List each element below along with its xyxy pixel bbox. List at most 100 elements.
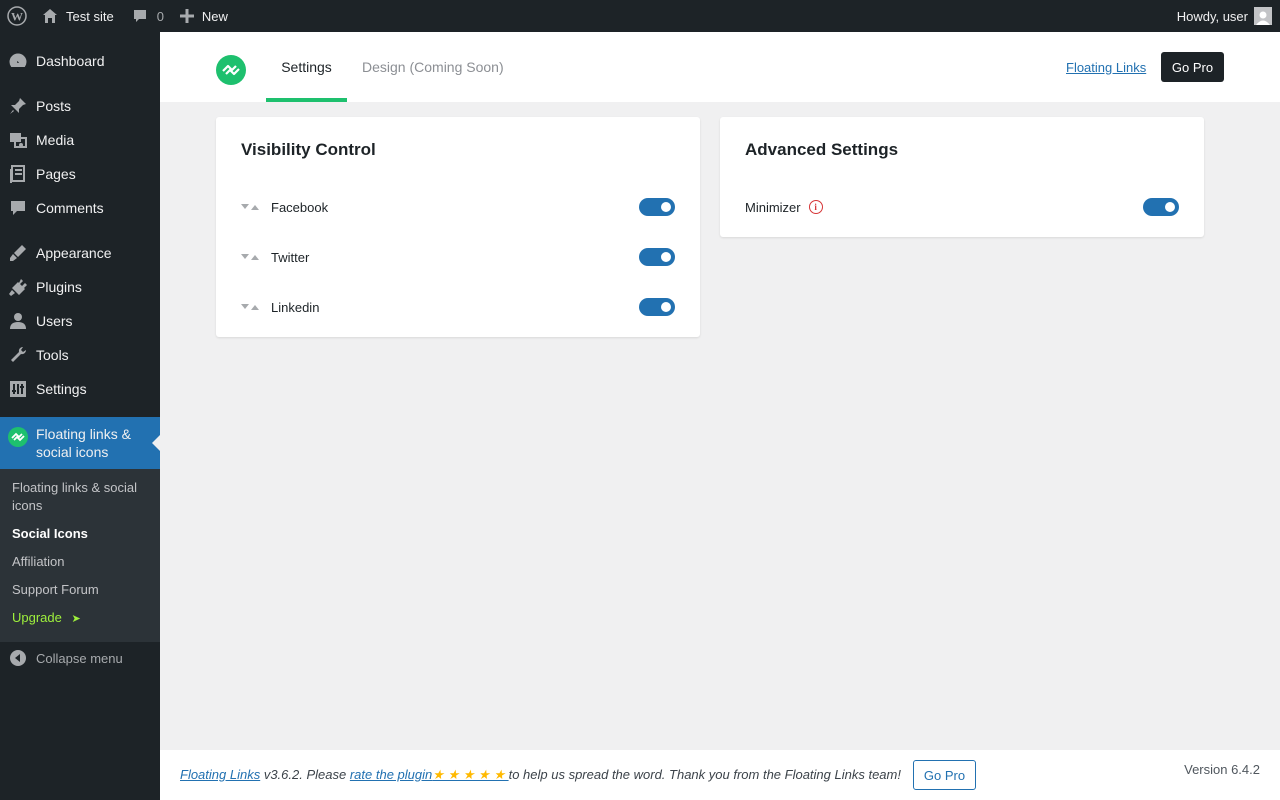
submenu-item-support-forum[interactable]: Support Forum <box>12 581 152 599</box>
settings-icon <box>0 379 36 399</box>
sidebar-item-settings[interactable]: Settings <box>0 372 160 406</box>
sidebar-item-posts[interactable]: Posts <box>0 89 160 123</box>
card-title: Visibility Control <box>241 140 376 159</box>
tab-label: Settings <box>281 59 332 75</box>
sidebar-item-appearance[interactable]: Appearance <box>0 236 160 270</box>
sidebar-item-floating-links[interactable]: Floating links & social icons <box>0 417 160 469</box>
footer-go-pro-button[interactable]: Go Pro <box>913 760 976 790</box>
rating-stars-icon: ★ ★ ★ ★ ★ <box>432 767 509 782</box>
svg-text:W: W <box>11 10 23 24</box>
sidebar-item-label: Users <box>36 313 73 329</box>
current-menu-arrow <box>152 435 160 451</box>
brush-icon <box>0 243 36 263</box>
social-row-linkedin: Linkedin <box>241 295 675 319</box>
collapse-menu-button[interactable]: Collapse menu <box>0 646 160 670</box>
tab-settings[interactable]: Settings <box>266 32 347 102</box>
sidebar-item-users[interactable]: Users <box>0 304 160 338</box>
new-content-link[interactable]: New <box>172 0 236 32</box>
site-name: Test site <box>66 8 114 24</box>
social-row-twitter: Twitter <box>241 245 675 269</box>
upgrade-label: Upgrade <box>12 610 62 625</box>
user-icon <box>0 311 36 331</box>
avatar <box>1254 7 1272 25</box>
sidebar-item-comments[interactable]: Comments <box>0 191 160 225</box>
sidebar-item-label: Comments <box>36 200 104 216</box>
setting-label: Minimizer <box>745 199 801 215</box>
setting-row-minimizer: Minimizer i <box>745 195 1179 219</box>
tab-label: Design (Coming Soon) <box>362 59 504 75</box>
home-icon <box>43 9 57 23</box>
footer-version-text: v3.6.2. Please <box>260 767 350 782</box>
media-icon <box>0 130 36 150</box>
plugin-logo-icon <box>216 55 246 85</box>
sidebar-item-pages[interactable]: Pages <box>0 157 160 191</box>
sidebar-item-dashboard[interactable]: Dashboard <box>0 44 160 78</box>
social-label: Linkedin <box>271 299 320 315</box>
plug-icon <box>0 277 36 297</box>
comment-bubble-icon <box>133 10 146 22</box>
sidebar-item-label: Posts <box>36 98 72 114</box>
footer-thanks-text: to help us spread the word. Thank you fr… <box>508 767 901 782</box>
visibility-control-card: Visibility Control Facebook Twitter Link… <box>216 117 700 337</box>
admin-footer: Floating Links v3.6.2. Please rate the p… <box>160 750 1280 800</box>
account-menu[interactable]: Howdy, user <box>1177 0 1272 32</box>
footer-floating-links-link[interactable]: Floating Links <box>180 767 260 782</box>
card-title: Advanced Settings <box>745 140 899 159</box>
sidebar-item-label: Pages <box>36 166 76 182</box>
active-tab-indicator <box>266 98 347 102</box>
collapse-icon <box>0 649 36 667</box>
sidebar-item-label: Dashboard <box>36 53 105 69</box>
comment-icon <box>0 198 36 218</box>
admin-sidebar: Dashboard Posts Media Pages Comments App… <box>0 32 160 800</box>
submenu-item-floating-links[interactable]: Floating links & social icons <box>12 479 152 515</box>
rate-link-label: rate the plugin <box>349 767 433 782</box>
submenu-item-affiliation[interactable]: Affiliation <box>12 553 152 571</box>
floating-links-icon <box>0 425 36 447</box>
wordpress-logo-icon[interactable]: W <box>0 0 34 32</box>
sort-handle-icon[interactable] <box>241 203 271 211</box>
social-row-facebook: Facebook <box>241 195 675 219</box>
sidebar-item-label: Media <box>36 132 75 148</box>
twitter-toggle[interactable] <box>639 248 675 266</box>
sidebar-item-label: Floating links & social icons <box>36 426 131 460</box>
sidebar-item-tools[interactable]: Tools <box>0 338 160 372</box>
pin-icon <box>0 96 36 116</box>
rate-plugin-link[interactable]: rate the plugin★ ★ ★ ★ ★ <box>350 767 509 782</box>
wrench-icon <box>0 345 36 365</box>
comments-link[interactable]: 0 <box>124 0 172 32</box>
facebook-toggle[interactable] <box>639 198 675 216</box>
go-pro-button[interactable]: Go Pro <box>1161 52 1224 82</box>
linkedin-toggle[interactable] <box>639 298 675 316</box>
advanced-settings-card: Advanced Settings Minimizer i <box>720 117 1204 237</box>
upgrade-arrow-icon: ➤ <box>71 613 81 625</box>
sidebar-item-plugins[interactable]: Plugins <box>0 270 160 304</box>
social-label: Twitter <box>271 249 310 265</box>
sidebar-item-media[interactable]: Media <box>0 123 160 157</box>
dashboard-icon <box>0 51 36 71</box>
tab-design[interactable]: Design (Coming Soon) <box>362 32 504 102</box>
floating-links-link[interactable]: Floating Links <box>1066 60 1146 75</box>
howdy-text: Howdy, user <box>1176 8 1248 24</box>
footer-text: Floating Links v3.6.2. Please rate the p… <box>180 767 901 783</box>
collapse-label: Collapse menu <box>36 650 123 666</box>
admin-bar: W Test site 0 New Howdy, user <box>0 0 1280 32</box>
submenu: Floating links & social icons Social Ico… <box>0 469 160 642</box>
sidebar-item-label: Tools <box>36 347 69 363</box>
sort-handle-icon[interactable] <box>241 303 271 311</box>
new-label: New <box>201 8 228 24</box>
social-label: Facebook <box>271 199 329 215</box>
site-name-link[interactable]: Test site <box>34 0 124 32</box>
minimizer-toggle[interactable] <box>1143 198 1179 216</box>
plugin-header: Settings Design (Coming Soon) Floating L… <box>160 32 1280 102</box>
sidebar-item-label: Settings <box>36 381 87 397</box>
pages-icon <box>0 164 36 184</box>
sidebar-item-label: Plugins <box>36 279 82 295</box>
comments-count: 0 <box>156 8 164 24</box>
info-icon[interactable]: i <box>808 200 823 214</box>
submenu-item-upgrade[interactable]: Upgrade ➤ <box>12 609 152 628</box>
submenu-item-social-icons[interactable]: Social Icons <box>12 525 152 543</box>
plus-icon <box>179 9 194 23</box>
sidebar-item-label: Appearance <box>36 245 112 261</box>
sort-handle-icon[interactable] <box>241 253 271 261</box>
wp-version: Version 6.4.2 <box>1184 762 1260 777</box>
